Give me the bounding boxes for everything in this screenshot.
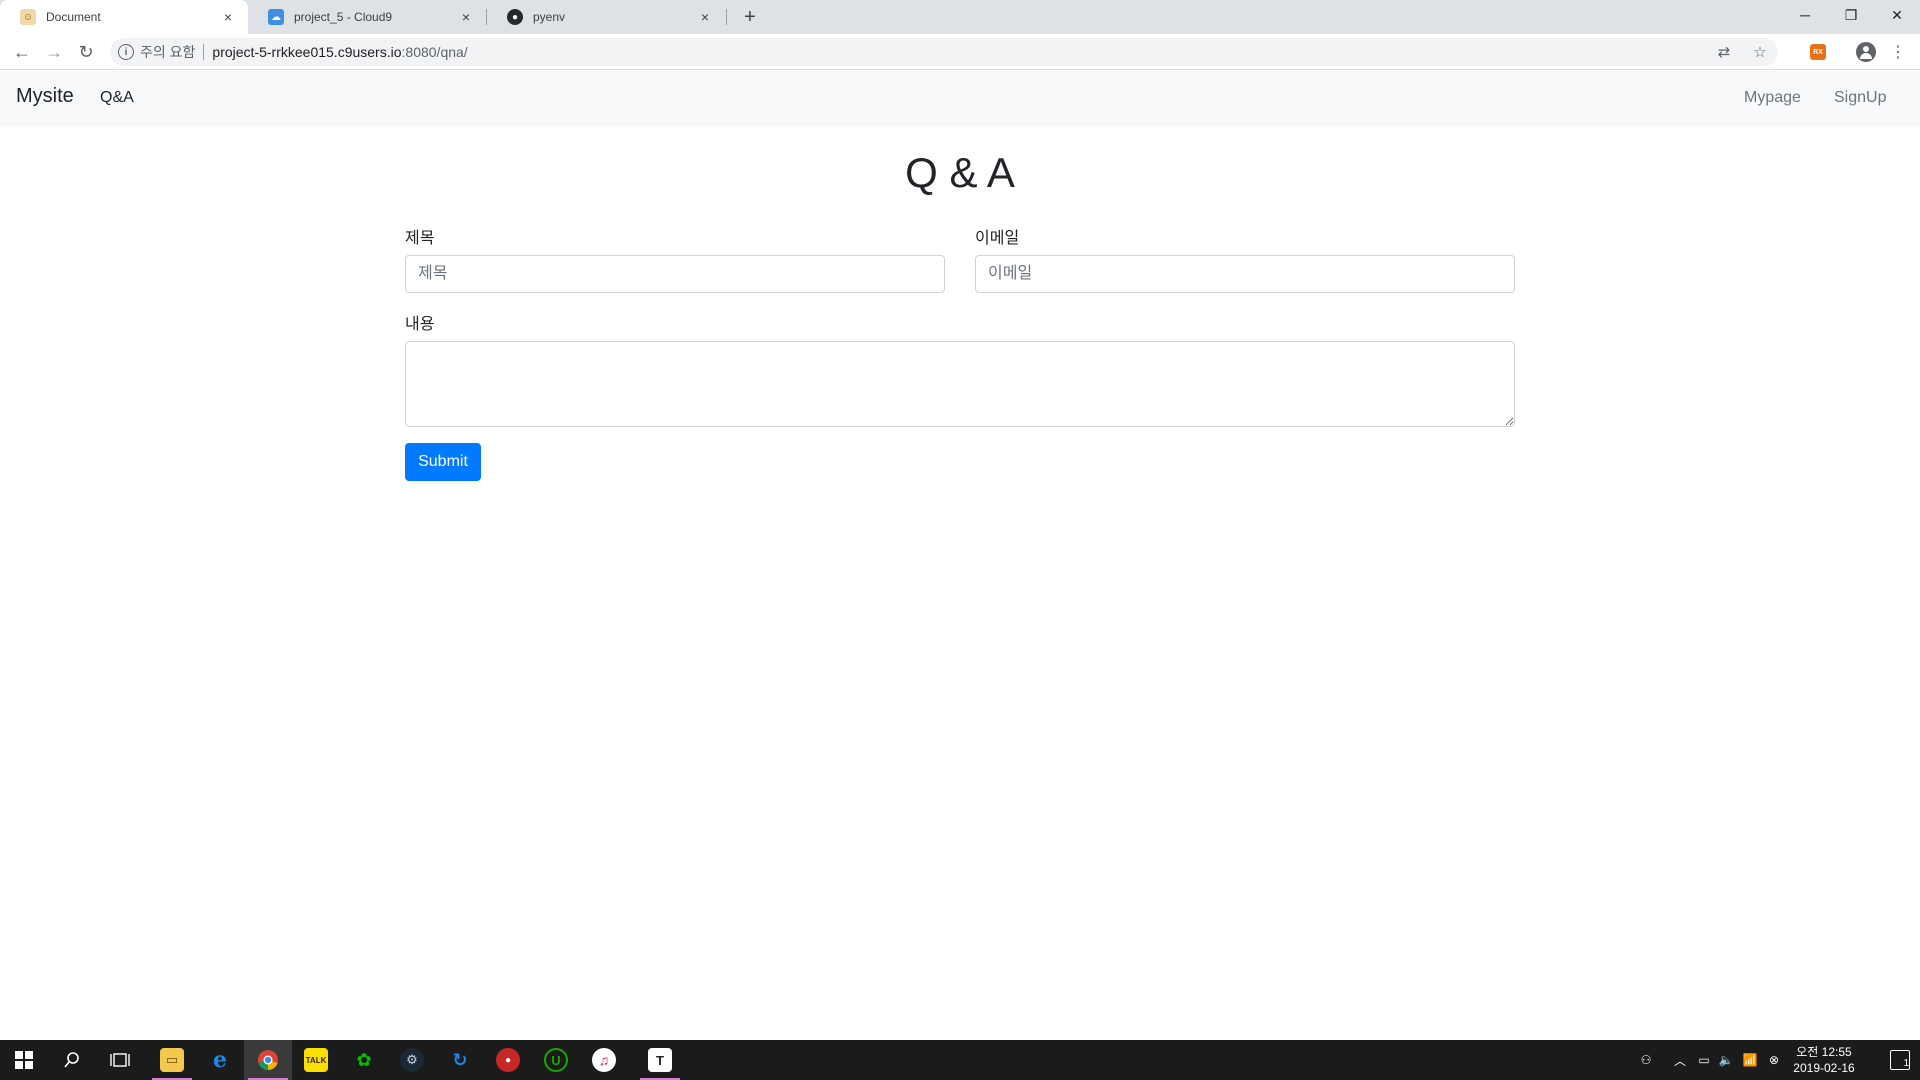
- notification-count: 1: [1903, 1058, 1909, 1069]
- people-icon[interactable]: ⚇: [1634, 1040, 1658, 1080]
- clock-date: 2019-02-16: [1793, 1061, 1855, 1075]
- upwork-icon[interactable]: U: [532, 1040, 580, 1080]
- chrome-icon[interactable]: [244, 1040, 292, 1080]
- browser-toolbar: ← → ↻ i 주의 요함 project-5-rrkkee015.c9user…: [0, 34, 1920, 70]
- title-label: 제목: [405, 230, 435, 247]
- clock[interactable]: 오전 12:55 2019-02-16: [1784, 1044, 1864, 1076]
- close-tab-icon[interactable]: ×: [697, 9, 713, 25]
- title-input[interactable]: [405, 255, 945, 293]
- clock-time: 오전 12:55: [1796, 1045, 1852, 1059]
- tab-title: Document: [46, 10, 101, 24]
- minimize-icon[interactable]: ─: [1782, 0, 1828, 30]
- page-title: Q & A: [905, 149, 1015, 196]
- tab-document[interactable]: ☺ Document ×: [0, 0, 248, 34]
- windows-logo-icon: [15, 1051, 33, 1069]
- edge-icon[interactable]: e: [196, 1040, 244, 1080]
- document-favicon-icon: ☺: [20, 9, 36, 25]
- url-path: :8080/qna/: [401, 44, 468, 60]
- back-icon[interactable]: ←: [10, 40, 34, 64]
- volume-icon[interactable]: 🔈: [1716, 1040, 1736, 1080]
- bookmark-star-icon[interactable]: ☆: [1750, 42, 1770, 62]
- kakaotalk-icon[interactable]: TALK: [292, 1040, 340, 1080]
- security-warning[interactable]: 주의 요함: [140, 42, 195, 62]
- nav-link-mypage[interactable]: Mypage: [1744, 89, 1801, 107]
- tab-divider: [726, 9, 727, 25]
- close-tab-icon[interactable]: ×: [220, 9, 236, 25]
- content-textarea[interactable]: [405, 341, 1515, 427]
- task-view-icon[interactable]: [96, 1040, 144, 1080]
- github-favicon-icon: ●: [507, 9, 523, 25]
- reload-icon[interactable]: ↻: [74, 40, 98, 64]
- ime-icon[interactable]: ⊗: [1764, 1040, 1784, 1080]
- battery-icon[interactable]: ▭: [1694, 1040, 1714, 1080]
- refresh-app-icon[interactable]: ↻: [436, 1040, 484, 1080]
- email-label: 이메일: [975, 230, 1020, 247]
- content-label: 내용: [405, 316, 435, 333]
- file-explorer-icon[interactable]: ▭: [148, 1040, 196, 1080]
- steam-icon[interactable]: ⚙: [388, 1040, 436, 1080]
- site-navbar: Mysite Q&A Mypage SignUp: [0, 71, 1920, 127]
- tab-pyenv[interactable]: ● pyenv ×: [487, 0, 725, 34]
- close-window-icon[interactable]: ✕: [1874, 0, 1920, 30]
- close-tab-icon[interactable]: ×: [458, 9, 474, 25]
- network-icon[interactable]: 📶: [1740, 1040, 1760, 1080]
- search-icon[interactable]: [48, 1040, 96, 1080]
- typora-icon[interactable]: T: [636, 1040, 684, 1080]
- cloud9-favicon-icon: ☁: [268, 9, 284, 25]
- address-bar[interactable]: i 주의 요함 project-5-rrkkee015.c9users.io :…: [110, 38, 1778, 66]
- red-app-icon[interactable]: ●: [484, 1040, 532, 1080]
- translate-icon[interactable]: ⇄: [1714, 42, 1734, 62]
- restore-icon[interactable]: ❐: [1828, 0, 1874, 30]
- nav-link-signup[interactable]: SignUp: [1834, 89, 1886, 107]
- new-tab-button[interactable]: +: [738, 5, 762, 29]
- extension-icon[interactable]: RX: [1810, 44, 1826, 60]
- start-button[interactable]: [0, 1040, 48, 1080]
- page-content: Mysite Q&A Mypage SignUp Q & A 제목 이메일 내용…: [0, 71, 1920, 1039]
- tab-title: project_5 - Cloud9: [294, 10, 393, 24]
- tab-title: pyenv: [533, 10, 566, 24]
- tab-cloud9[interactable]: ☁ project_5 - Cloud9 ×: [248, 0, 486, 34]
- forward-icon[interactable]: →: [42, 40, 66, 64]
- nav-link-qna[interactable]: Q&A: [100, 89, 134, 107]
- itunes-icon[interactable]: ♫: [580, 1040, 628, 1080]
- tab-strip: ☺ Document × ☁ project_5 - Cloud9 × ● py…: [0, 0, 1920, 34]
- profile-avatar-icon[interactable]: [1856, 42, 1876, 62]
- submit-button[interactable]: Submit: [405, 443, 481, 481]
- site-brand[interactable]: Mysite: [16, 85, 74, 108]
- chevron-up-icon[interactable]: ︿: [1670, 1040, 1690, 1080]
- line-app-icon[interactable]: ✿: [340, 1040, 388, 1080]
- email-input[interactable]: [975, 255, 1515, 293]
- windows-taskbar: ▭ e TALK ✿ ⚙ ↻ ● U ♫ T ⚇ ︿ ▭ 🔈 📶 ⊗ 오전 12…: [0, 1040, 1920, 1080]
- notification-center-icon[interactable]: 1: [1890, 1050, 1910, 1070]
- menu-kebab-icon[interactable]: ⋮: [1888, 42, 1908, 62]
- address-divider: [203, 44, 205, 60]
- info-icon[interactable]: i: [118, 44, 134, 60]
- url-host: project-5-rrkkee015.c9users.io: [212, 44, 402, 60]
